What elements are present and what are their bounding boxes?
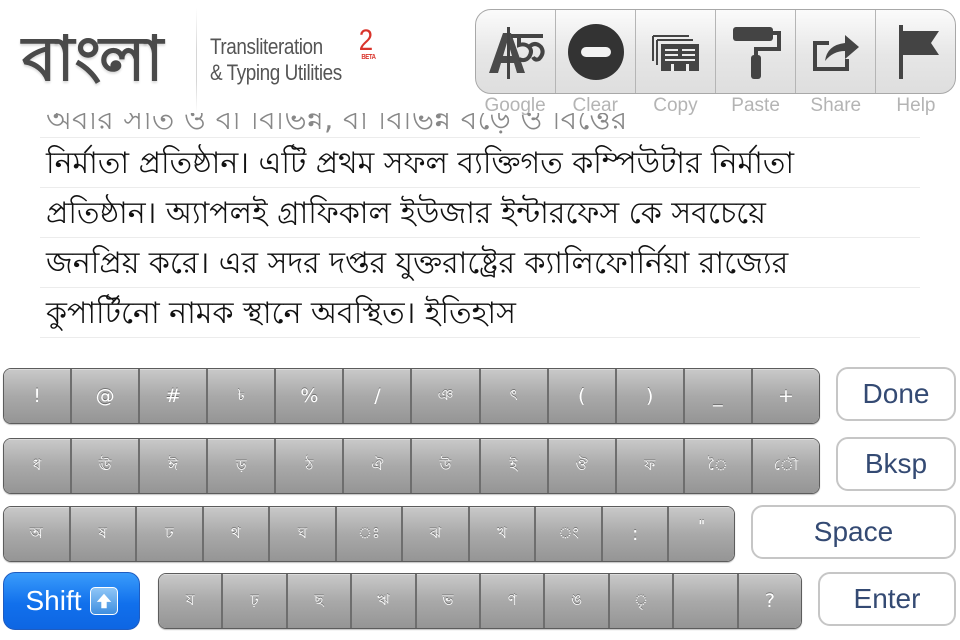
key[interactable]: ভ [414,574,480,628]
share-arrow-icon [812,34,859,71]
keyboard-row-3: অ ষ ঢ থ ঘ ঃ ঝ খ ং : " [3,506,735,562]
key[interactable]: ফ [614,439,683,493]
key[interactable]: # [138,369,207,423]
text-line: প্রতিষ্ঠান। অ্যাপলই গ্রাফিকাল ইউজার ইন্ট… [40,188,920,238]
key[interactable]: " [667,507,734,561]
shift-arrow-icon [89,587,118,615]
keyboard-row-4: য ঢ় ছ ঋ ভ ণ ঙ ৃ ? [158,573,802,629]
subtitle-line-1: Transliteration [210,34,323,59]
key[interactable]: ঋ [350,574,415,628]
key[interactable]: ) [614,369,683,423]
key[interactable]: অ [4,507,69,561]
text-line-partial: অবার সাত ও বা বিভিন্ন, বা বিভিন্ন বড়ে ও… [40,113,920,138]
backspace-button[interactable]: Bksp [836,437,956,491]
key[interactable]: ঢ [135,507,202,561]
key[interactable]: ঃ [334,507,402,561]
app-logo: বাংলা [22,22,163,95]
key[interactable]: খ [467,507,535,561]
text-line: জনপ্রিয় করে। এর সদর দপ্তর যুক্তরাষ্ট্রে… [40,238,920,288]
key[interactable]: ৌ [750,439,819,493]
key-blank[interactable] [672,574,737,628]
toolbar [475,9,956,94]
key[interactable]: ড় [206,439,275,493]
key[interactable]: ছ [285,574,351,628]
version-number: 2 [358,24,373,57]
app-subtitle: Transliteration & Typing Utilities 2 BET… [210,26,382,86]
shift-button[interactable]: Shift [3,572,140,630]
key[interactable]: ৃ [607,574,673,628]
key[interactable]: ঙ [543,574,608,628]
key[interactable]: ( [546,369,615,423]
key[interactable]: ই [478,439,547,493]
logo-divider [196,8,197,113]
key[interactable]: : [600,507,668,561]
copy-stack-icon [651,34,699,71]
flag-icon [898,24,939,79]
share-button[interactable] [795,10,875,93]
key[interactable]: @ [70,369,139,423]
shift-label: Shift [25,585,82,616]
key[interactable]: ঢ় [221,574,286,628]
clear-minus-circle-icon [567,23,624,80]
clear-button[interactable] [555,10,635,93]
key[interactable]: _ [682,369,751,423]
key[interactable]: ? [736,574,801,628]
key[interactable]: থ [201,507,269,561]
done-button[interactable]: Done [836,367,956,421]
key[interactable]: ং [534,507,601,561]
paste-button[interactable] [715,10,795,93]
copy-button[interactable] [635,10,715,93]
key[interactable]: ণ [479,574,544,628]
key[interactable]: % [274,369,343,423]
key[interactable]: ৎ [478,369,547,423]
key[interactable]: ষ [68,507,136,561]
key[interactable]: ৈ [682,439,751,493]
keyboard-row-1: ! @ # ৳ % / ঞ ৎ ( ) _ + [3,368,820,424]
space-button[interactable]: Space [751,505,956,559]
key[interactable]: ঔ [546,439,615,493]
key[interactable]: ধ [4,439,71,493]
enter-button[interactable]: Enter [818,572,956,626]
key[interactable]: ঘ [268,507,335,561]
key[interactable]: ঞ [410,369,479,423]
key[interactable]: ঐ [342,439,411,493]
help-button[interactable] [875,10,955,93]
key[interactable]: ! [4,369,71,423]
key[interactable]: ঠ [274,439,343,493]
google-transliterate-icon [488,26,545,79]
key[interactable]: ৳ [206,369,275,423]
key[interactable]: ঈ [138,439,207,493]
key[interactable]: য [159,574,222,628]
google-button[interactable] [476,10,555,93]
key[interactable]: উ [410,439,479,493]
text-line: কুপার্টিনো নামক স্থানে অবস্থিত। ইতিহাস [40,288,920,338]
text-editor[interactable]: অবার সাত ও বা বিভিন্ন, বা বিভিন্ন বড়ে ও… [40,113,920,343]
text-line: নির্মাতা প্রতিষ্ঠান। এটি প্রথম সফল ব্যক্… [40,138,920,188]
key[interactable]: ঊ [70,439,139,493]
keyboard-row-2: ধ ঊ ঈ ড় ঠ ঐ উ ই ঔ ফ ৈ ৌ [3,438,820,494]
key[interactable]: + [750,369,819,423]
key[interactable]: ঝ [401,507,468,561]
paint-roller-icon [732,26,781,79]
key[interactable]: / [342,369,411,423]
beta-badge: BETA [361,54,376,61]
subtitle-line-2: & Typing Utilities [210,60,342,85]
